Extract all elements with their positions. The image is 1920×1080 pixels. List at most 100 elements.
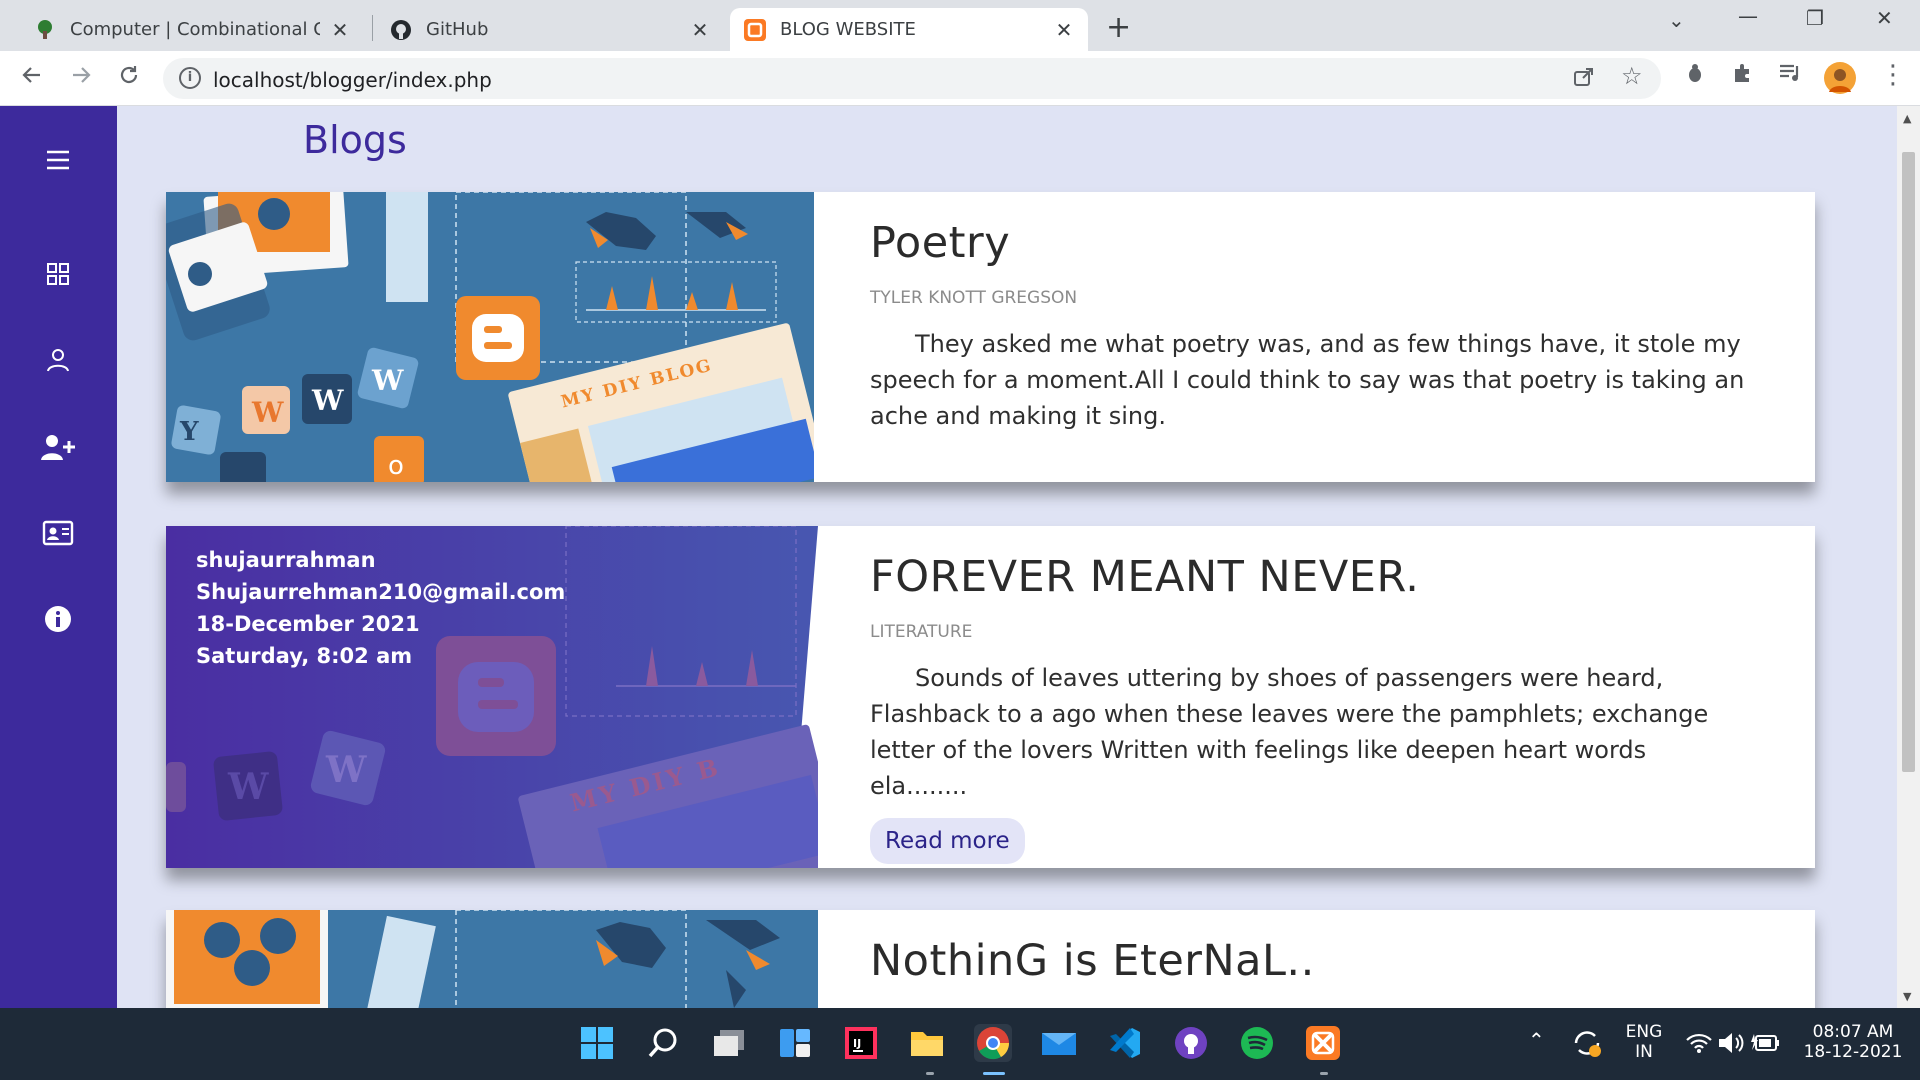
page-viewport: Blogs MY DIY BLOG Y W W W o Poetry TYLER… — [0, 106, 1897, 1008]
page-scrollbar[interactable]: ▲ ▼ — [1897, 106, 1920, 1008]
browser-menu-icon[interactable]: ⋮ — [1880, 60, 1906, 90]
volume-icon[interactable] — [1712, 1024, 1750, 1062]
mail-icon[interactable] — [1040, 1024, 1078, 1062]
blog-card-body: FOREVER MEANT NEVER. LITERATURE Sounds o… — [870, 552, 1745, 864]
extensions-puzzle-icon[interactable] — [1732, 62, 1754, 90]
author-email: Shujaurrehman210@gmail.com — [196, 580, 566, 604]
show-hidden-icons-icon[interactable]: ⌃ — [1528, 1028, 1545, 1052]
blog-title[interactable]: NothinG is EterNaL.. — [870, 936, 1745, 986]
blog-card-image — [166, 910, 818, 1008]
svg-text:IJ: IJ — [853, 1037, 861, 1050]
github-icon — [390, 19, 412, 41]
post-time: Saturday, 8:02 am — [196, 644, 413, 668]
bookmark-star-icon[interactable]: ☆ — [1621, 62, 1643, 90]
blog-category: LITERATURE — [870, 622, 973, 642]
task-view-icon[interactable] — [710, 1024, 748, 1062]
menu-icon[interactable] — [40, 142, 76, 178]
battery-icon[interactable] — [1746, 1024, 1784, 1062]
region-label: IN — [1635, 1042, 1653, 1062]
forward-icon[interactable] — [69, 63, 93, 93]
post-date: 18-December 2021 — [196, 612, 420, 636]
bug-extension-icon[interactable] — [1684, 62, 1706, 90]
window-close-icon[interactable]: ✕ — [1876, 6, 1893, 30]
dashboard-icon[interactable] — [40, 256, 76, 292]
file-explorer-icon[interactable] — [908, 1024, 946, 1062]
blog-title[interactable]: FOREVER MEANT NEVER. — [870, 552, 1745, 602]
tab-title: Computer | Combinational Circuit — [70, 19, 320, 40]
vscode-icon[interactable] — [1106, 1024, 1144, 1062]
xampp-icon[interactable] — [1304, 1024, 1342, 1062]
widgets-icon[interactable] — [776, 1024, 814, 1062]
chrome-icon[interactable] — [974, 1024, 1012, 1062]
running-indicator — [926, 1072, 934, 1075]
language-indicator[interactable]: ENG IN — [1620, 1022, 1668, 1062]
reload-icon[interactable] — [117, 63, 141, 93]
windows-start-icon[interactable] — [578, 1024, 616, 1062]
blog-card-nothing-eternal[interactable]: NothinG is EterNaL.. — [166, 910, 1815, 1008]
share-icon[interactable] — [1573, 65, 1595, 93]
back-icon[interactable] — [20, 63, 44, 93]
blog-title[interactable]: Poetry — [870, 218, 1745, 268]
tab-close-icon[interactable]: ✕ — [330, 18, 350, 42]
blog-card-image: MY DIY BLOG Y W W W o — [166, 192, 814, 482]
blog-card-poetry[interactable]: MY DIY BLOG Y W W W o Poetry TYLER KNOTT… — [166, 192, 1815, 482]
restore-icon[interactable]: ❐ — [1806, 6, 1824, 30]
svg-text:o: o — [388, 451, 404, 481]
clock-date: 18-12-2021 — [1803, 1042, 1903, 1062]
author-info: shujaurrahman Shujaurrehman210@gmail.com… — [196, 544, 565, 672]
page-title: Blogs — [303, 118, 407, 162]
blog-card-body: NothinG is EterNaL.. — [870, 936, 1745, 986]
tab-github[interactable]: GitHub ✕ — [376, 8, 724, 51]
svg-text:W: W — [227, 766, 269, 808]
svg-text:W: W — [371, 364, 404, 397]
media-control-icon[interactable] — [1778, 62, 1802, 90]
address-bar: i localhost/blogger/index.php ☆ ⋮ — [0, 51, 1920, 106]
svg-text:W: W — [251, 396, 284, 429]
browser-tab-bar: Computer | Combinational Circuit ✕ GitHu… — [0, 0, 1920, 51]
tab-title: BLOG WEBSITE — [780, 19, 916, 40]
clock[interactable]: 08:07 AM 18-12-2021 — [1798, 1022, 1908, 1062]
language-label: ENG — [1625, 1022, 1663, 1042]
blog-card-body: Poetry TYLER KNOTT GREGSON They asked me… — [870, 218, 1745, 434]
scroll-thumb[interactable] — [1902, 152, 1915, 772]
tree-favicon-icon — [34, 19, 56, 41]
spotify-icon[interactable] — [1238, 1024, 1276, 1062]
add-user-icon[interactable] — [40, 429, 76, 465]
info-icon[interactable] — [40, 601, 76, 637]
blog-card-forever[interactable]: MY DIY B W W shujaurrahman Shujaurrehman… — [166, 526, 1815, 868]
clock-time: 08:07 AM — [1812, 1022, 1894, 1042]
scroll-down-icon[interactable]: ▼ — [1903, 990, 1911, 1003]
tab-computer[interactable]: Computer | Combinational Circuit ✕ — [20, 8, 364, 51]
tab-separator — [372, 15, 373, 41]
active-indicator — [983, 1072, 1005, 1075]
xampp-favicon-icon — [744, 18, 766, 41]
new-tab-icon[interactable]: + — [1106, 10, 1131, 45]
blog-excerpt: Sounds of leaves uttering by shoes of pa… — [870, 664, 1709, 800]
url-text: localhost/blogger/index.php — [213, 68, 492, 92]
tab-title: GitHub — [426, 19, 489, 40]
svg-text:W: W — [325, 749, 367, 791]
sidebar — [0, 106, 117, 1008]
minimize-icon[interactable]: — — [1738, 4, 1758, 28]
scroll-up-icon[interactable]: ▲ — [1903, 112, 1911, 125]
tab-close-icon[interactable]: ✕ — [690, 18, 710, 42]
tab-close-icon[interactable]: ✕ — [1054, 18, 1074, 42]
windows-taskbar: IJ ⌃ ENG IN 08:07 AM 18-12-2021 — [0, 1008, 1920, 1080]
profile-avatar[interactable] — [1824, 62, 1856, 94]
read-more-button[interactable]: Read more — [870, 818, 1025, 864]
svg-text:Y: Y — [179, 417, 199, 447]
site-info-icon[interactable]: i — [179, 67, 201, 89]
svg-text:W: W — [311, 384, 344, 417]
intellij-icon[interactable]: IJ — [842, 1024, 880, 1062]
author-name: shujaurrahman — [196, 548, 376, 572]
user-icon[interactable] — [40, 342, 76, 378]
blog-category: TYLER KNOTT GREGSON — [870, 288, 1078, 308]
tab-blog-website[interactable]: BLOG WEBSITE ✕ — [730, 8, 1088, 51]
search-icon[interactable] — [644, 1024, 682, 1062]
tab-search-chevron-icon[interactable]: ⌄ — [1668, 8, 1685, 32]
sync-icon[interactable] — [1568, 1024, 1606, 1062]
contact-card-icon[interactable] — [40, 515, 76, 551]
running-indicator — [1320, 1072, 1328, 1075]
url-input[interactable]: i localhost/blogger/index.php ☆ — [163, 58, 1661, 99]
github-desktop-icon[interactable] — [1172, 1024, 1210, 1062]
